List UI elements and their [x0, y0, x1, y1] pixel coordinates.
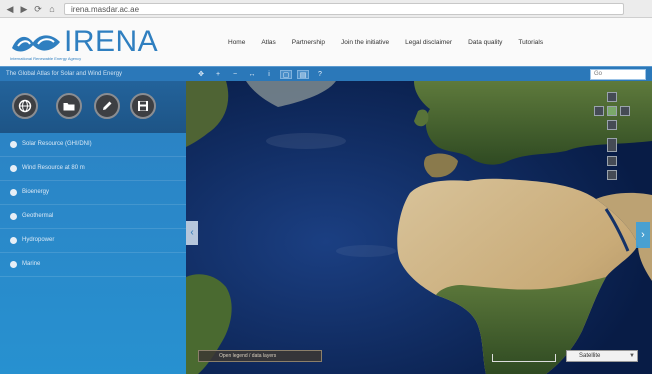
map-canvas[interactable]: [186, 81, 652, 374]
bullet-icon: [10, 213, 17, 220]
nav-legal[interactable]: Legal disclaimer: [405, 36, 452, 50]
save-button[interactable]: [130, 93, 156, 119]
app-toolbar: The Global Atlas for Solar and Wind Ener…: [0, 66, 652, 81]
back-icon[interactable]: ◀: [4, 3, 16, 15]
site-header: IRENA International Renewable Energy Age…: [0, 18, 652, 66]
folder-icon: [63, 103, 75, 111]
browser-toolbar: ◀ ▶ ⟳ ⌂ irena.masdar.ac.ae: [0, 0, 652, 18]
pan-up-icon[interactable]: [607, 92, 617, 102]
map-navigation-control: [592, 92, 632, 182]
layer-item[interactable]: Geothermal: [0, 205, 186, 229]
zoom-out-icon[interactable]: −: [229, 70, 241, 79]
nav-partnership[interactable]: Partnership: [292, 36, 325, 50]
nav-home[interactable]: Home: [228, 36, 245, 50]
folder-button[interactable]: [56, 93, 82, 119]
irena-logo-icon[interactable]: [10, 30, 62, 58]
pan-down-icon[interactable]: [607, 120, 617, 130]
bullet-icon: [10, 165, 17, 172]
bullet-icon: [10, 237, 17, 244]
basemap-select[interactable]: Satellite ▼: [566, 350, 638, 362]
reload-icon[interactable]: ⟳: [32, 3, 44, 15]
zoom-in-map-icon[interactable]: [607, 156, 617, 166]
zoom-in-icon[interactable]: +: [212, 70, 224, 79]
collapse-sidebar-icon[interactable]: ‹: [186, 221, 198, 245]
satellite-map: [186, 81, 652, 374]
layer-item[interactable]: Hydropower: [0, 229, 186, 253]
bullet-icon: [10, 189, 17, 196]
layer-label: Geothermal: [22, 213, 54, 219]
info-icon[interactable]: i: [263, 70, 275, 79]
pan-left-icon[interactable]: [594, 106, 604, 116]
zoom-slider-icon[interactable]: [607, 138, 617, 152]
layer-label: Solar Resource (GHI/DNI): [22, 141, 92, 147]
layer-label: Hydropower: [22, 237, 55, 243]
forward-icon[interactable]: ▶: [18, 3, 30, 15]
nav-tutorials[interactable]: Tutorials: [518, 36, 543, 50]
home-icon[interactable]: ⌂: [46, 3, 58, 15]
search-input[interactable]: Go: [590, 69, 646, 80]
legend-button[interactable]: Open legend / data layers: [198, 350, 322, 362]
layer-list: Solar Resource (GHI/DNI) Wind Resource a…: [0, 133, 186, 277]
nav-data-quality[interactable]: Data quality: [468, 36, 502, 50]
scale-bar: [492, 354, 556, 362]
bullet-icon: [10, 141, 17, 148]
bullet-icon: [10, 261, 17, 268]
logo-subtitle: International Renewable Energy Agency: [10, 56, 82, 61]
layer-label: Bioenergy: [22, 189, 50, 195]
top-navigation: Home Atlas Partnership Join the initiati…: [228, 36, 543, 50]
edit-button[interactable]: [94, 93, 120, 119]
toolbar-title: The Global Atlas for Solar and Wind Ener…: [6, 71, 123, 77]
help-icon[interactable]: ?: [314, 70, 326, 79]
layer-item[interactable]: Wind Resource at 80 m: [0, 157, 186, 181]
sidebar-tools: [0, 81, 186, 133]
zoom-out-map-icon[interactable]: [607, 170, 617, 180]
nav-atlas[interactable]: Atlas: [261, 36, 275, 50]
reset-view-icon[interactable]: [607, 106, 617, 116]
layer-label: Wind Resource at 80 m: [22, 165, 85, 171]
map-tools: ✥ + − ↔ i ▢ ▤ ?: [195, 70, 326, 79]
layer-label: Marine: [22, 261, 41, 267]
layers-sidebar: Solar Resource (GHI/DNI) Wind Resource a…: [0, 81, 186, 374]
layer-item[interactable]: Solar Resource (GHI/DNI): [0, 133, 186, 157]
address-bar[interactable]: irena.masdar.ac.ae: [64, 3, 624, 15]
address-bar-url: irena.masdar.ac.ae: [71, 5, 140, 14]
expand-right-panel-icon[interactable]: ›: [636, 222, 650, 248]
layer-item[interactable]: Marine: [0, 253, 186, 277]
measure-icon[interactable]: ↔: [246, 70, 258, 79]
nav-join[interactable]: Join the initiative: [341, 36, 389, 50]
pan-icon[interactable]: ✥: [195, 70, 207, 79]
print-icon[interactable]: ▤: [297, 70, 309, 79]
save-icon: [138, 101, 148, 111]
globe-button[interactable]: [12, 93, 38, 119]
logo-text[interactable]: IRENA: [64, 26, 158, 58]
select-icon[interactable]: ▢: [280, 70, 292, 79]
chevron-down-icon: ▼: [629, 353, 635, 359]
layer-item[interactable]: Bioenergy: [0, 181, 186, 205]
edit-icon: [103, 101, 112, 110]
basemap-selected: Satellite: [579, 353, 601, 359]
pan-right-icon[interactable]: [620, 106, 630, 116]
globe-icon: [18, 99, 32, 113]
